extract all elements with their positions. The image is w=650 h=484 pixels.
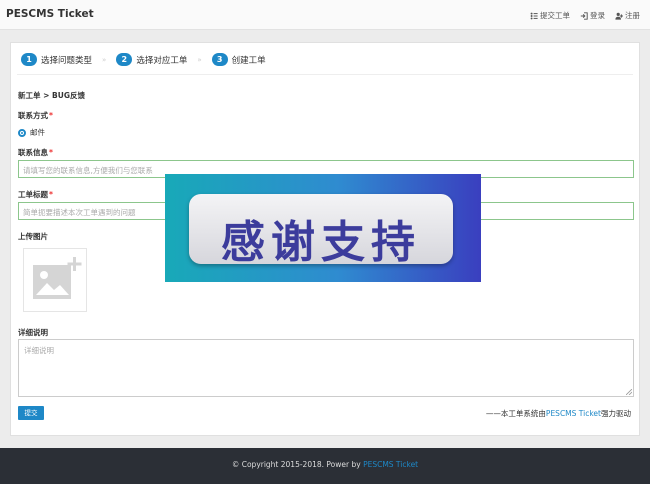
powered-by-link[interactable]: PESCMS Ticket <box>546 409 601 418</box>
step-1-number: 1 <box>21 53 37 66</box>
step-2-number: 2 <box>116 53 133 66</box>
step-divider <box>17 74 633 75</box>
user-plus-icon <box>615 12 623 20</box>
header-nav: 提交工单 登录 注册 <box>530 10 640 21</box>
step-indicator: 1 选择问题类型 » 2 选择对应工单 » 3 创建工单 <box>21 53 266 66</box>
brand-title[interactable]: PESCMS Ticket <box>6 8 94 20</box>
resize-grip-icon[interactable] <box>626 389 632 395</box>
contact-info-label: 联系信息* <box>18 148 53 157</box>
top-navbar: PESCMS Ticket 提交工单 登录 注册 <box>0 0 650 30</box>
nav-register[interactable]: 注册 <box>615 10 640 21</box>
contact-method-label: 联系方式* <box>18 111 53 120</box>
powered-by-text: ——本工单系统由PESCMS Ticket强力驱动 <box>485 409 631 418</box>
contact-method-email-option[interactable]: 邮件 <box>18 127 45 138</box>
step-separator: » <box>197 55 202 64</box>
step-separator: » <box>102 55 107 64</box>
image-upload-button[interactable] <box>23 248 87 312</box>
footer-copyright: © Copyright 2015-2018. Power by PESCMS T… <box>231 460 419 469</box>
thanks-banner: 感谢支持 <box>165 174 481 282</box>
nav-submit-ticket[interactable]: 提交工单 <box>530 10 570 21</box>
step-3-label: 创建工单 <box>231 55 266 66</box>
step-1[interactable]: 1 选择问题类型 » <box>21 53 112 66</box>
ticket-title-label: 工单标题* <box>18 190 53 199</box>
breadcrumb: 新工单 > BUG反馈 <box>18 91 85 100</box>
submit-button[interactable]: 提交 <box>18 406 44 420</box>
add-image-icon <box>33 257 82 299</box>
thanks-banner-text: 感谢支持 <box>221 217 421 268</box>
nav-login[interactable]: 登录 <box>580 10 605 21</box>
nav-register-label: 注册 <box>625 11 640 20</box>
step-2[interactable]: 2 选择对应工单 » <box>116 53 207 66</box>
radio-selected[interactable] <box>18 128 26 137</box>
step-3: 3 创建工单 <box>211 53 266 66</box>
step-2-label: 选择对应工单 <box>136 55 188 66</box>
footer-link[interactable]: PESCMS Ticket <box>363 460 418 469</box>
details-label: 详细说明 <box>18 328 48 337</box>
step-3-number: 3 <box>211 53 228 66</box>
nav-submit-ticket-label: 提交工单 <box>540 11 570 20</box>
thanks-banner-pill: 感谢支持 <box>189 194 453 268</box>
page-footer: © Copyright 2015-2018. Power by PESCMS T… <box>0 448 650 484</box>
list-icon <box>530 12 538 19</box>
step-1-label: 选择问题类型 <box>41 55 93 66</box>
upload-image-label: 上传图片 <box>18 232 48 241</box>
login-icon <box>580 11 588 20</box>
contact-method-option-label: 邮件 <box>30 128 45 137</box>
nav-login-label: 登录 <box>590 11 605 20</box>
details-textarea[interactable]: 详细说明 <box>18 339 634 397</box>
details-placeholder: 详细说明 <box>24 346 54 355</box>
